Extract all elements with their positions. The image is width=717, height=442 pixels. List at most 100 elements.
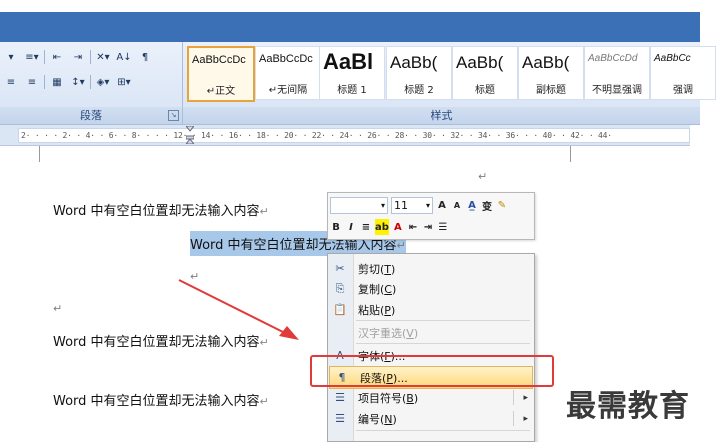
style-name: ↵无间隔 (268, 85, 308, 96)
style-name: 副标题 (536, 85, 566, 96)
font-name-combo[interactable]: ▾ (330, 196, 388, 214)
menu-item-text: 剪切 (358, 262, 380, 276)
chevron-down-icon: ▾ (425, 200, 430, 210)
menu-item-6[interactable]: ☰ 项目符号(B) ▸ (328, 387, 534, 408)
menu-item-text: 复制 (358, 282, 380, 296)
menu-item-accelerator: T (384, 262, 392, 276)
style-tile-0[interactable]: AaBbCcDc ↵正文 (187, 46, 255, 102)
bold-button[interactable]: B (330, 219, 342, 235)
paragraph-row2-button-1[interactable]: ≡ (23, 73, 41, 91)
margin-corner-top-right (570, 146, 572, 162)
annotation-arrow-icon (178, 279, 299, 340)
grow-font-button[interactable]: A (436, 197, 448, 213)
highlight-button[interactable]: ab (375, 219, 389, 235)
menu-item-accelerator: P (384, 303, 391, 317)
phonetic-guide-button[interactable]: 变 (481, 197, 493, 213)
style-sample: AaBbCcDc (192, 54, 246, 66)
chevron-down-icon: ▾ (380, 200, 385, 210)
margin-corner-top-left (38, 146, 40, 162)
numbering-icon: ☰ (335, 412, 345, 425)
style-name: 标题 (475, 85, 495, 96)
scissors-icon: ✂ (335, 262, 345, 275)
horizontal-ruler[interactable]: 2· · · · 2· · 4· · 6· · 8· · · · 12· · 1… (0, 125, 690, 146)
menu-item-2[interactable]: 📋 粘贴(P) (328, 299, 534, 320)
context-menu: ✂ 剪切(T) ⎘ 复制(C) 📋 粘贴(P) 汉字重选(V) A 字体(F)... ¶ 段落(P)… (327, 253, 535, 442)
document-line-4[interactable]: Word 中有空白位置却无法输入内容↵ (53, 390, 269, 409)
menu-separator (356, 343, 530, 344)
reconvert-icon (333, 326, 347, 340)
style-sample: AaBbCcDd (588, 53, 638, 64)
menu-item-text: 汉字重选 (358, 326, 402, 340)
submenu-arrow-icon[interactable]: ▸ (523, 414, 528, 424)
style-name: 标题 2 (404, 85, 434, 96)
font-size-value: 11 (394, 198, 408, 212)
styles-button[interactable]: A̲ (466, 197, 478, 213)
paragraph-row2-button-3[interactable]: ↕▾ (69, 73, 87, 91)
paragraph-row1-button-6[interactable]: ¶ (136, 48, 154, 66)
line-1-text: Word 中有空白位置却无法输入内容 (53, 204, 260, 219)
paragraph-row1-button-2[interactable]: ⇤ (48, 48, 66, 66)
italic-button[interactable]: I (345, 219, 357, 235)
menu-item-text: 粘贴 (358, 303, 380, 317)
menu-item-label: 汉字重选(V) (358, 326, 419, 340)
style-sample: AaBb( (390, 53, 438, 72)
style-tile-6[interactable]: AaBbCcDd 不明显强调 (584, 46, 650, 100)
style-name: 标题 1 (337, 85, 367, 96)
style-tile-1[interactable]: AaBbCcDc ↵无间隔 (255, 46, 321, 100)
menu-item-1[interactable]: ⎘ 复制(C) (328, 278, 534, 299)
menu-item-accelerator: C (384, 282, 392, 296)
indent-marker-icon[interactable] (186, 126, 194, 144)
shrink-font-button[interactable]: A (451, 197, 463, 213)
toolbar-separator (44, 50, 45, 64)
paragraph-dialog-launcher-icon[interactable]: ↘ (168, 110, 179, 121)
paragraph-row2-button-4[interactable]: ◈▾ (94, 73, 112, 91)
style-sample: AaBb( (456, 53, 504, 72)
document-line-1[interactable]: Word 中有空白位置却无法输入内容↵ (53, 200, 269, 219)
menu-item-text: 编号 (358, 412, 380, 426)
style-tile-4[interactable]: AaBb( 标题 (452, 46, 518, 100)
line-4-text: Word 中有空白位置却无法输入内容 (53, 394, 260, 409)
menu-item-7[interactable]: ☰ 编号(N) ▸ (328, 408, 534, 429)
decrease-indent-button[interactable]: ⇤ (407, 219, 419, 235)
styles-group: AaBbCcDc ↵正文 AaBbCcDc ↵无间隔 AaBl 标题 1 AaBb(标题 2… (183, 42, 716, 124)
paragraph-row2-button-5[interactable]: ⊞▾ (115, 73, 133, 91)
menu-item-accelerator: V (406, 326, 414, 340)
style-tile-3[interactable]: AaBb( 标题 2 (386, 46, 452, 100)
menu-separator (356, 430, 530, 431)
center-align-button[interactable]: ≡ (360, 219, 372, 235)
style-sample: AaBb( (522, 53, 570, 72)
paragraph-mark: ↵ (396, 239, 406, 252)
paragraph-row-2: ≡ ≡ ▦ ↕▾ ◈▾ ⊞▾ (2, 72, 133, 92)
paste-icon: 📋 (333, 303, 347, 316)
style-tile-5[interactable]: AaBb( 副标题 (518, 46, 584, 100)
paragraph-row1-button-1[interactable]: ≡▾ (23, 48, 41, 66)
paragraph-row1-button-0[interactable]: ▾ (2, 48, 20, 66)
paragraph-row2-button-0[interactable]: ≡ (2, 73, 20, 91)
style-tile-7[interactable]: AaBbCc 强调 (650, 46, 716, 100)
submenu-arrow-icon[interactable]: ▸ (523, 393, 528, 403)
submenu-divider (513, 411, 514, 426)
paragraph-row1-button-5[interactable]: A↓ (115, 48, 133, 66)
paragraph-row2-button-2[interactable]: ▦ (48, 73, 66, 91)
menu-item-label: 粘贴(P) (358, 303, 396, 317)
styles-group-label: 样式 (183, 107, 700, 124)
increase-indent-button[interactable]: ⇥ (422, 219, 434, 235)
paragraph-group: ▾ ≡▾ ⇤ ⇥ ✕▾ A↓ ¶ ≡ ≡ ▦ ↕▾ ◈▾ ⊞▾ 段落 ↘ (0, 42, 183, 124)
style-tile-2[interactable]: AaBl 标题 1 (319, 46, 385, 100)
paragraph-row1-button-3[interactable]: ⇥ (69, 48, 87, 66)
paragraph-row1-button-4[interactable]: ✕▾ (94, 48, 112, 66)
font-size-combo[interactable]: 11 ▾ (391, 196, 433, 214)
format-painter-button[interactable]: ✎ (496, 197, 508, 213)
menu-item-0[interactable]: ✂ 剪切(T) (328, 258, 534, 279)
menu-item-text: 项目符号 (358, 391, 402, 405)
paragraph-row-1: ▾ ≡▾ ⇤ ⇥ ✕▾ A↓ ¶ (2, 47, 154, 67)
submenu-divider (513, 390, 514, 405)
menu-item-label: 项目符号(B) (358, 391, 419, 405)
bullets-button[interactable]: ☰ (437, 219, 449, 235)
toolbar-separator (90, 75, 91, 89)
menu-item-label: 复制(C) (358, 282, 397, 296)
style-sample: AaBbCcDc (259, 53, 313, 65)
bullets-icon: ☰ (335, 391, 345, 404)
font-color-button[interactable]: A (392, 219, 404, 235)
window-top-edge (0, 0, 717, 12)
